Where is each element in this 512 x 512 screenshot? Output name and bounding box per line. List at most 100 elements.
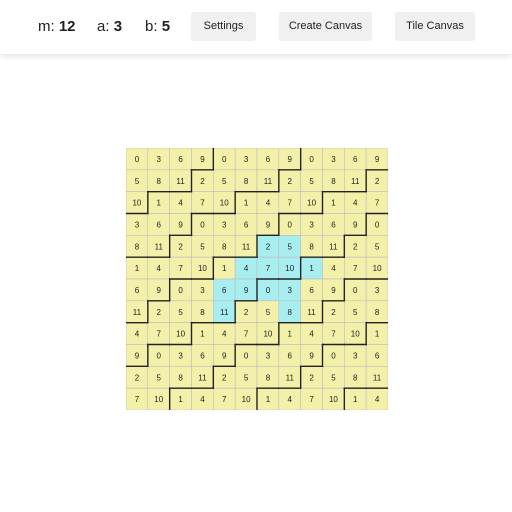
grid-cell-value: 5	[375, 242, 380, 251]
grid-cell-value: 11	[176, 177, 185, 186]
grid-cell-value: 8	[222, 242, 227, 251]
grid-cell-value: 4	[375, 395, 380, 404]
grid-cell-value: 6	[331, 220, 336, 229]
grid-cell-value: 10	[154, 395, 163, 404]
grid-cell-value: 7	[331, 330, 336, 339]
param-m-label: m:	[38, 18, 55, 35]
grid-cell-value: 11	[286, 373, 295, 382]
grid-cell-value: 3	[244, 155, 249, 164]
grid-cell-value: 7	[178, 264, 183, 273]
grid-cell-value: 6	[200, 351, 205, 360]
param-b-value: 5	[161, 18, 171, 35]
grid-cell-value: 1	[375, 330, 380, 339]
grid-cell-value: 9	[178, 220, 183, 229]
grid-cell-value: 7	[266, 264, 271, 273]
grid-cell-value: 9	[375, 155, 380, 164]
grid-cell-value: 11	[133, 308, 142, 317]
grid-cell-value: 9	[244, 286, 249, 295]
grid-cell-value: 0	[200, 220, 205, 229]
grid-cell-value: 6	[309, 286, 314, 295]
param-b: b: 5	[145, 17, 170, 37]
grid-cell-value: 7	[375, 199, 380, 208]
grid-cell-value: 8	[178, 373, 183, 382]
grid-cell-value: 3	[331, 155, 336, 164]
grid-cell-value: 5	[135, 177, 140, 186]
grid-cell-value: 2	[244, 308, 249, 317]
grid-cell-value: 9	[353, 220, 358, 229]
grid-cell-value: 9	[331, 286, 336, 295]
grid-cell-value: 0	[288, 220, 293, 229]
grid-cell-value: 7	[135, 395, 140, 404]
grid-cell-value: 5	[309, 177, 314, 186]
grid-cell-value: 10	[285, 264, 294, 273]
grid-cell-value: 9	[266, 220, 271, 229]
grid-cell-value: 1	[200, 330, 205, 339]
grid-cell-value: 7	[157, 330, 162, 339]
grid-cell-value: 3	[375, 286, 380, 295]
grid-cell-value: 6	[353, 155, 358, 164]
param-b-label: b:	[145, 18, 158, 35]
grid-cell-value: 10	[132, 199, 141, 208]
grid-cell-value: 6	[288, 351, 293, 360]
grid-cell-value: 1	[222, 264, 227, 273]
grid-cell-value: 10	[176, 330, 185, 339]
grid-cell-value: 2	[375, 177, 380, 186]
grid-cell-value: 10	[307, 199, 316, 208]
grid-cell-value: 1	[135, 264, 140, 273]
settings-button[interactable]: Settings	[191, 12, 256, 41]
grid-cell-value: 11	[329, 242, 338, 251]
grid-cell-value: 0	[266, 286, 271, 295]
grid-cell-value: 10	[242, 395, 251, 404]
grid-cell-value: 5	[200, 242, 205, 251]
grid-cell-value: 6	[178, 155, 183, 164]
grid-cell-value: 8	[200, 308, 205, 317]
grid-cell-value: 1	[309, 264, 314, 273]
param-a-label: a:	[97, 18, 110, 35]
grid-cell-value: 2	[309, 373, 314, 382]
param-m: m: 12	[38, 17, 76, 37]
grid-cell-value: 3	[157, 155, 162, 164]
grid-cell-value: 8	[157, 177, 162, 186]
grid-cell-value: 4	[353, 199, 358, 208]
grid-cell-value: 2	[135, 373, 140, 382]
grid-cell-value: 8	[309, 242, 314, 251]
grid-cell-value: 5	[244, 373, 249, 382]
grid-cell-value: 11	[307, 308, 316, 317]
grid-cell-value: 11	[155, 242, 164, 251]
grid-cell-value: 3	[222, 220, 227, 229]
grid-cell-value: 1	[244, 199, 249, 208]
grid-cell-value: 5	[266, 308, 271, 317]
grid-cell-value: 7	[353, 264, 358, 273]
grid-cell-value: 5	[331, 373, 336, 382]
grid-cell-value: 11	[351, 177, 360, 186]
canvas-grid[interactable]: 0 3 6 9 0 3 6 9 0 3 6 9 5 8 11 2 5 8 11 2 5 8 11 2 10 1 4 7 10 1 4 7 10 1…	[126, 148, 388, 410]
grid-cell-value: 6	[375, 351, 380, 360]
grid-cell-value: 8	[375, 308, 380, 317]
grid-cell-value: 0	[157, 351, 162, 360]
grid-cell-value: 2	[353, 242, 358, 251]
param-a-value: 3	[113, 18, 123, 35]
grid-cell-value: 4	[288, 395, 293, 404]
grid-cell-value: 8	[266, 373, 271, 382]
grid-cell-value: 3	[288, 286, 293, 295]
grid-cell-value: 0	[309, 155, 314, 164]
grid-cell-value: 11	[264, 177, 273, 186]
create-canvas-button[interactable]: Create Canvas	[279, 12, 372, 41]
grid-cell-value: 6	[157, 220, 162, 229]
grid-cell-value: 2	[178, 242, 183, 251]
grid-cell-value: 8	[288, 308, 293, 317]
grid-cell-value: 4	[200, 395, 205, 404]
grid-cell-value: 0	[244, 351, 249, 360]
grid-cell-value: 9	[309, 351, 314, 360]
grid-cell-value: 6	[135, 286, 140, 295]
grid-cell-value: 2	[157, 308, 162, 317]
tile-canvas-button[interactable]: Tile Canvas	[395, 12, 475, 41]
grid-cell-value: 11	[220, 308, 229, 317]
grid-cell-value: 5	[222, 177, 227, 186]
grid-cell-value: 6	[222, 286, 227, 295]
grid-cell-value: 8	[331, 177, 336, 186]
grid-cell-value: 6	[266, 155, 271, 164]
grid-cell-value: 7	[288, 199, 293, 208]
grid-cell-value: 1	[288, 330, 293, 339]
grid-cell-value: 4	[266, 199, 271, 208]
